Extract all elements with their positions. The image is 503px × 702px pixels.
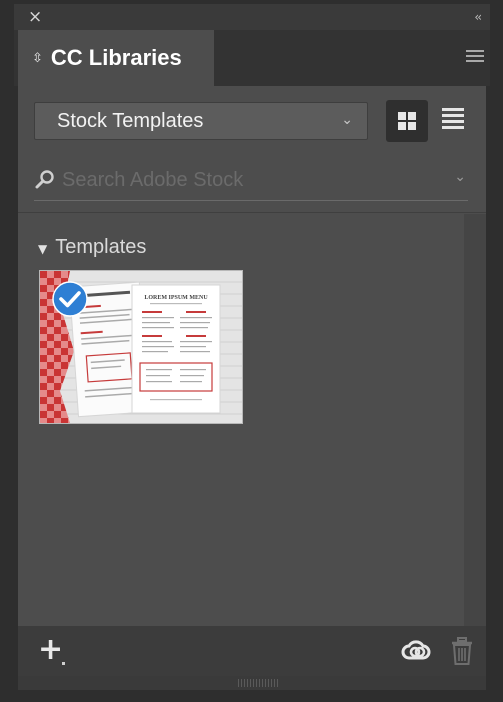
- grip-icon: [238, 679, 278, 687]
- trash-icon[interactable]: [450, 636, 474, 666]
- template-preview-heading: LOREM IPSUM MENU: [144, 295, 208, 301]
- section-title: Templates: [55, 236, 147, 258]
- double-chevron-left-icon[interactable]: ‹‹: [474, 10, 481, 24]
- close-icon[interactable]: ×: [28, 9, 42, 26]
- list-view-button[interactable]: [442, 108, 464, 132]
- tab-label: CC Libraries: [50, 45, 182, 70]
- panel-title-bar: × ‹‹: [14, 4, 490, 30]
- check-icon: [52, 281, 88, 317]
- template-preview-image: LOREM IPSUM MENU: [40, 271, 242, 423]
- stock-search: ⌄: [34, 160, 468, 201]
- cc-libraries-panel: × ‹‹ ⇳ CC Libraries Stock Templates ⌄ Se…: [0, 0, 503, 702]
- divider: [18, 212, 486, 213]
- scrollbar[interactable]: [464, 214, 486, 626]
- creative-cloud-sync-icon[interactable]: [400, 638, 432, 664]
- tab-strip: ⇳ CC Libraries: [14, 30, 490, 86]
- template-thumbnail[interactable]: LOREM IPSUM MENU: [39, 270, 243, 424]
- templates-section-header[interactable]: ▼ Templates: [38, 236, 146, 259]
- hamburger-menu-icon[interactable]: [466, 50, 484, 64]
- list-view-icon: [442, 108, 464, 111]
- updown-arrows-icon: ⇳: [32, 50, 43, 66]
- grid-view-button[interactable]: [386, 100, 428, 142]
- search-icon: [35, 170, 54, 189]
- library-dropdown[interactable]: Stock Templates ⌄: [34, 102, 368, 140]
- triangle-down-icon: ▼: [38, 242, 48, 256]
- panel-footer: +: [18, 626, 486, 676]
- add-icon[interactable]: +: [38, 632, 63, 667]
- add-menu-indicator: [62, 662, 65, 665]
- chevron-down-icon[interactable]: ⌄: [454, 169, 466, 185]
- tab-cc-libraries[interactable]: ⇳ CC Libraries: [18, 30, 214, 86]
- library-dropdown-value: Stock Templates: [57, 110, 204, 132]
- panel-body: Stock Templates ⌄ ⌄ ▼ Templates: [18, 86, 486, 626]
- grid-view-icon: [398, 112, 406, 120]
- chevron-down-icon: ⌄: [341, 112, 353, 128]
- search-input[interactable]: [62, 162, 432, 198]
- resize-handle[interactable]: [18, 676, 486, 690]
